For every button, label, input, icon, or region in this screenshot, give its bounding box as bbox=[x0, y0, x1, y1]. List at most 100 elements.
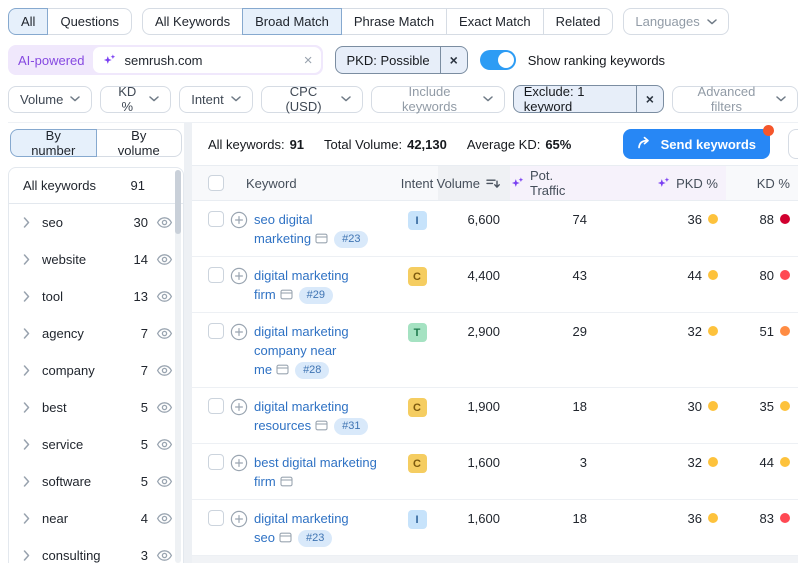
keyword-group-service[interactable]: service 5 bbox=[9, 426, 183, 463]
sidebar-tab-by-number[interactable]: By number bbox=[10, 128, 97, 158]
group-count: 3 bbox=[140, 548, 148, 563]
kd-cell: 83 bbox=[726, 509, 798, 528]
keyword-group-software[interactable]: software 5 bbox=[9, 463, 183, 500]
clear-search-icon[interactable]: × bbox=[304, 53, 313, 68]
keyword-group-best[interactable]: best 5 bbox=[9, 389, 183, 426]
row-checkbox[interactable] bbox=[208, 398, 224, 414]
tab-all[interactable]: All bbox=[8, 8, 49, 35]
keyword-link[interactable]: best digital marketing firm bbox=[254, 453, 394, 491]
intent-badge: I bbox=[407, 510, 427, 529]
add-keyword-icon[interactable] bbox=[230, 398, 248, 435]
row-checkbox[interactable] bbox=[208, 267, 224, 283]
filter-dropdown-volume[interactable]: Volume bbox=[8, 85, 93, 113]
volume-column-header[interactable]: Volume bbox=[437, 166, 510, 200]
keyword-group-seo[interactable]: seo 30 bbox=[9, 204, 183, 241]
sidebar-scrollbar[interactable] bbox=[175, 170, 181, 563]
seed-keyword-input[interactable]: semrush.com × bbox=[93, 47, 322, 73]
add-keyword-icon[interactable] bbox=[230, 211, 248, 248]
eye-icon[interactable] bbox=[156, 512, 173, 525]
keyword-link[interactable]: digital marketing company near me #28 bbox=[254, 322, 394, 379]
all-keywords-count: 91 bbox=[130, 178, 145, 193]
all-keywords-group-row[interactable]: All keywords 91 bbox=[9, 168, 183, 204]
seed-keyword-value: semrush.com bbox=[124, 52, 203, 68]
chevron-right-icon bbox=[23, 550, 33, 561]
eye-icon[interactable] bbox=[156, 549, 173, 562]
languages-dropdown[interactable]: Languages bbox=[623, 8, 729, 35]
toggle-knob bbox=[497, 52, 514, 68]
row-checkbox[interactable] bbox=[208, 510, 224, 526]
keyword-group-near[interactable]: near 4 bbox=[9, 500, 183, 537]
row-checkbox[interactable] bbox=[208, 211, 224, 227]
remove-pkd-filter-icon[interactable]: × bbox=[439, 47, 467, 73]
show-ranking-toggle[interactable] bbox=[479, 50, 516, 70]
eye-icon[interactable] bbox=[156, 475, 173, 488]
keyword-column-header[interactable]: Keyword bbox=[230, 166, 396, 200]
group-count: 5 bbox=[140, 400, 148, 415]
eye-icon[interactable] bbox=[156, 438, 173, 451]
filter-dropdown-intent[interactable]: Intent bbox=[179, 85, 253, 113]
sidebar-tab-by-volume[interactable]: By volume bbox=[95, 128, 182, 158]
chevron-down-icon bbox=[231, 96, 241, 102]
eye-icon[interactable] bbox=[156, 216, 173, 229]
send-arrow-icon bbox=[637, 136, 653, 152]
tab-broad-match[interactable]: Broad Match bbox=[242, 8, 342, 35]
keyword-link[interactable]: digital marketing resources #31 bbox=[254, 397, 394, 435]
table-row: digital marketing company near me #28 T 2,9… bbox=[192, 313, 798, 388]
select-all-checkbox[interactable] bbox=[208, 175, 224, 191]
eye-icon[interactable] bbox=[156, 327, 173, 340]
keyword-group-website[interactable]: website 14 bbox=[9, 241, 183, 278]
exclude-filter-chip[interactable]: Exclude: 1 keyword × bbox=[512, 85, 664, 113]
row-checkbox[interactable] bbox=[208, 454, 224, 470]
chevron-down-icon bbox=[70, 96, 81, 102]
chevron-right-icon bbox=[23, 291, 33, 302]
remove-exclude-filter-icon[interactable]: × bbox=[635, 86, 663, 112]
send-keywords-button[interactable]: Send keywords bbox=[622, 125, 774, 159]
tab-questions[interactable]: Questions bbox=[47, 8, 132, 35]
add-keyword-icon[interactable] bbox=[230, 510, 248, 547]
keyword-group-company[interactable]: company 7 bbox=[9, 352, 183, 389]
tab-all-keywords[interactable]: All Keywords bbox=[142, 8, 244, 35]
eye-icon[interactable] bbox=[156, 253, 173, 266]
show-ranking-label: Show ranking keywords bbox=[527, 52, 666, 68]
intent-badge: I bbox=[407, 211, 427, 230]
keyword-group-agency[interactable]: agency 7 bbox=[9, 315, 183, 352]
group-name: tool bbox=[42, 289, 63, 304]
eye-icon[interactable] bbox=[156, 401, 173, 414]
tab-phrase-match[interactable]: Phrase Match bbox=[340, 8, 448, 35]
kd-difficulty-dot bbox=[780, 326, 790, 336]
table-header: Keyword Intent Volume Pot. Traffic PKD %… bbox=[192, 165, 798, 201]
scrollbar-thumb[interactable] bbox=[175, 170, 181, 234]
keyword-group-tool[interactable]: tool 13 bbox=[9, 278, 183, 315]
tab-related[interactable]: Related bbox=[542, 8, 614, 35]
filter-dropdown-include-keywords[interactable]: Include keywords bbox=[371, 84, 505, 114]
table-row: seo digital marketing #23 I 6,600 74 36 88 bbox=[192, 201, 798, 257]
ai-powered-search: AI-powered semrush.com × bbox=[8, 45, 324, 75]
pkd-filter-chip[interactable]: PKD: Possible × bbox=[335, 46, 468, 74]
group-name: agency bbox=[42, 326, 84, 341]
keyword-link[interactable]: digital marketing seo #23 bbox=[254, 509, 394, 547]
potential-traffic-column-header[interactable]: Pot. Traffic bbox=[510, 166, 595, 200]
row-checkbox[interactable] bbox=[208, 323, 224, 339]
add-keyword-icon[interactable] bbox=[230, 454, 248, 491]
intent-badge: T bbox=[407, 323, 427, 342]
panel-divider bbox=[184, 123, 192, 563]
ai-sparkle-icon bbox=[102, 53, 117, 68]
tab-exact-match[interactable]: Exact Match bbox=[446, 8, 544, 35]
keyword-link[interactable]: seo digital marketing #23 bbox=[254, 210, 394, 248]
keyword-link[interactable]: digital marketing firm #29 bbox=[254, 266, 394, 304]
pkd-value: 32 bbox=[687, 455, 702, 470]
add-keyword-icon[interactable] bbox=[230, 323, 248, 379]
filter-dropdown-kd[interactable]: KD % bbox=[100, 84, 172, 114]
advanced-filters-dropdown[interactable]: Advanced filters bbox=[671, 84, 798, 114]
exclude-chip-label: Exclude: 1 keyword bbox=[523, 85, 585, 113]
kd-column-header[interactable]: KD % bbox=[726, 166, 798, 200]
intent-column-header[interactable]: Intent bbox=[396, 166, 438, 200]
clipped-button-right-edge[interactable] bbox=[788, 129, 798, 159]
keyword-group-consulting[interactable]: consulting 3 bbox=[9, 537, 183, 563]
add-keyword-icon[interactable] bbox=[230, 267, 248, 304]
eye-icon[interactable] bbox=[156, 290, 173, 303]
pkd-column-header[interactable]: PKD % bbox=[595, 166, 726, 200]
eye-icon[interactable] bbox=[156, 364, 173, 377]
filter-dropdown-cpc-usd[interactable]: CPC (USD) bbox=[260, 84, 364, 114]
kd-cell: 44 bbox=[726, 453, 798, 472]
